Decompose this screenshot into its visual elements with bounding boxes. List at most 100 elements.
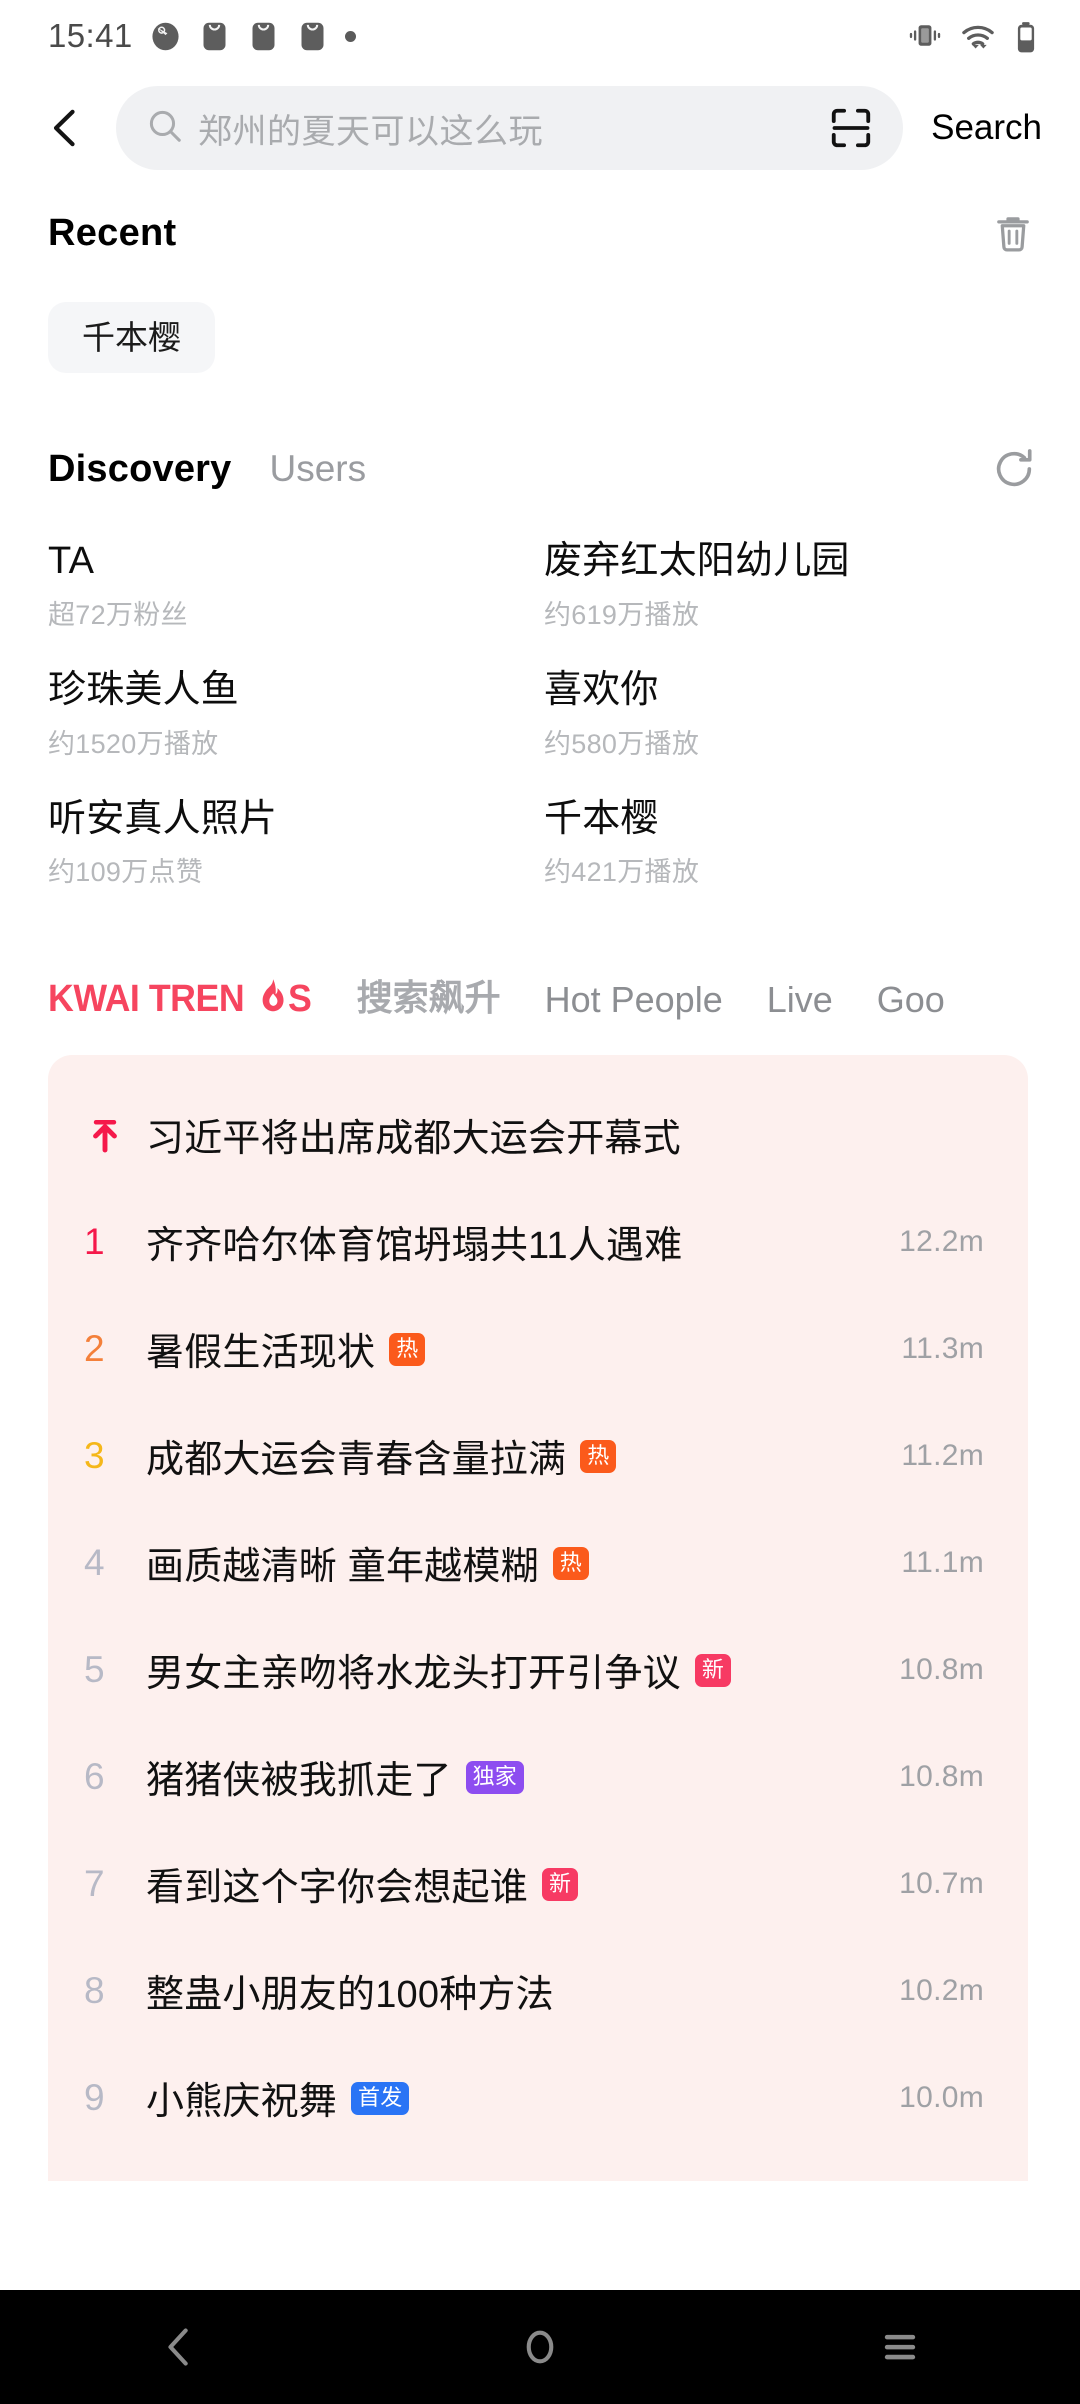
clear-recent-button[interactable]	[986, 206, 1040, 260]
back-button[interactable]	[34, 96, 98, 160]
home-icon	[526, 2330, 554, 2364]
trending-badge: 新	[694, 1654, 732, 1688]
trending-title-text: 画质越清晰 童年越模糊	[146, 1546, 539, 1589]
flame-icon	[258, 978, 287, 1021]
tab-kwai-trends[interactable]: KWAI TREN S	[48, 978, 313, 1021]
search-submit-button[interactable]: Search	[909, 108, 1058, 148]
nav-back-button[interactable]	[110, 2290, 250, 2404]
battery-icon	[1013, 20, 1046, 53]
discovery-item[interactable]: 废弃红太阳幼儿园 约619万播放	[544, 525, 1040, 654]
trending-title: 男女主亲吻将水龙头打开引争议 新	[146, 1642, 732, 1697]
search-header: 郑州的夏天可以这么玩 Search	[0, 72, 1080, 184]
nav-recents-button[interactable]	[830, 2290, 970, 2404]
discovery-item-name: 喜欢你	[544, 668, 659, 711]
status-bar-left: 15:41	[48, 17, 356, 55]
trending-heat: 12.2m	[899, 1224, 984, 1258]
recent-header: Recent	[48, 206, 1040, 260]
android-nav-bar	[0, 2290, 1080, 2404]
trending-rank: 3	[84, 1434, 105, 1476]
trending-rank: 4	[84, 1541, 105, 1583]
trending-title-text: 男女主亲吻将水龙头打开引争议	[146, 1653, 681, 1696]
discovery-item-meta: 约619万播放	[544, 599, 700, 630]
recents-icon	[884, 2334, 916, 2360]
trending-row[interactable]: 4 画质越清晰 童年越模糊 热 11.1m	[48, 1509, 1028, 1616]
trending-badge: 热	[552, 1547, 589, 1581]
discovery-item-name: 千本樱	[544, 797, 659, 840]
trending-title-text: 小熊庆祝舞	[146, 2081, 338, 2124]
trending-rank: 5	[84, 1648, 105, 1690]
discovery-item-meta: 超72万粉丝	[48, 599, 188, 630]
tab-good[interactable]: Goo	[877, 979, 945, 1021]
tab-users[interactable]: Users	[269, 448, 366, 490]
magnifier-icon	[146, 107, 184, 150]
trending-title-text: 猪猪侠被我抓走了	[146, 1760, 452, 1803]
trending-row-pinned[interactable]: 习近平将出席成都大运会开幕式	[48, 1081, 1028, 1188]
trending-row[interactable]: 9 小熊庆祝舞 首发 10.0m	[48, 2044, 1028, 2151]
refresh-discovery-button[interactable]	[988, 443, 1040, 495]
discovery-item-meta: 约421万播放	[544, 857, 700, 888]
trending-title: 画质越清晰 童年越模糊 热	[146, 1535, 589, 1590]
refresh-icon	[996, 449, 1032, 487]
scan-button[interactable]	[825, 102, 877, 154]
trending-heat: 10.2m	[899, 1973, 984, 2007]
trending-row[interactable]: 3 成都大运会青春含量拉满 热 11.2m	[48, 1402, 1028, 1509]
trending-title-text: 暑假生活现状	[146, 1332, 376, 1375]
trending-heat: 10.8m	[899, 1759, 984, 1793]
discovery-item[interactable]: 喜欢你 约580万播放	[544, 654, 1040, 783]
trending-title-text: 习近平将出席成都大运会开幕式	[146, 1118, 681, 1161]
tab-search-rising[interactable]: 搜索飙升	[357, 969, 501, 1021]
status-bar: 15:41	[0, 0, 1080, 72]
trending-rank: 6	[84, 1755, 105, 1797]
tab-hot-people[interactable]: Hot People	[545, 979, 723, 1021]
recent-section: Recent 千本樱	[0, 184, 1080, 373]
trending-tab-strip: KWAI TREN S 搜索飙升 Hot People Live Goo	[0, 911, 1080, 1021]
discovery-item-name: 听安真人照片	[48, 797, 278, 840]
nav-home-button[interactable]	[470, 2290, 610, 2404]
discovery-item[interactable]: 千本樱 约421万播放	[544, 783, 1040, 912]
search-placeholder-text: 郑州的夏天可以这么玩	[198, 112, 543, 151]
trending-title-text: 看到这个字你会想起谁	[146, 1867, 529, 1910]
search-input[interactable]: 郑州的夏天可以这么玩	[116, 86, 904, 170]
trending-badge: 新	[542, 1868, 579, 1902]
discovery-item[interactable]: TA 超72万粉丝	[48, 525, 544, 654]
scan-frame-icon	[831, 108, 871, 148]
status-clock: 15:41	[48, 17, 133, 54]
trending-row[interactable]: 7 看到这个字你会想起谁 新 10.7m	[48, 1830, 1028, 1937]
kwai-trends-label-b: S	[287, 978, 312, 1021]
trending-row[interactable]: 8 整蛊小朋友的100种方法 10.2m	[48, 1937, 1028, 2044]
tab-live[interactable]: Live	[767, 979, 833, 1021]
recent-chip[interactable]: 千本樱	[48, 302, 215, 373]
discovery-section: Discovery Users TA 超72万粉丝 废弃红太阳幼儿园 约619万…	[0, 373, 1080, 911]
chevron-left-icon	[53, 109, 75, 147]
trending-title: 齐齐哈尔体育馆坍塌共11人遇难	[146, 1214, 682, 1269]
trending-heat: 10.7m	[899, 1866, 984, 1900]
trending-title: 看到这个字你会想起谁 新	[146, 1856, 579, 1911]
discovery-item[interactable]: 珍珠美人鱼 约1520万播放	[48, 654, 544, 783]
discovery-item-meta: 约1520万播放	[48, 728, 219, 759]
status-bar-right	[907, 20, 1046, 53]
app-badge-icon	[296, 20, 329, 53]
trending-rank: 9	[84, 2076, 105, 2118]
discovery-item-name: 珍珠美人鱼	[48, 668, 240, 711]
trending-heat: 11.2m	[901, 1438, 984, 1472]
recent-chip-list: 千本樱	[48, 302, 1040, 373]
discovery-grid: TA 超72万粉丝 废弃红太阳幼儿园 约619万播放 珍珠美人鱼 约1520万播…	[48, 525, 1040, 911]
trending-row[interactable]: 5 男女主亲吻将水龙头打开引争议 新 10.8m	[48, 1616, 1028, 1723]
trending-badge: 热	[389, 1333, 426, 1367]
trending-title-text: 齐齐哈尔体育馆坍塌共11人遇难	[146, 1225, 683, 1268]
kwai-trends-label-a: KWAI TREN	[48, 978, 245, 1021]
trending-rank: 8	[84, 1969, 105, 2011]
trending-title: 小熊庆祝舞 首发	[146, 2070, 410, 2125]
discovery-item-meta: 约109万点赞	[48, 857, 204, 888]
discovery-item[interactable]: 听安真人照片 约109万点赞	[48, 783, 544, 912]
trending-row[interactable]: 2 暑假生活现状 热 11.3m	[48, 1295, 1028, 1402]
discovery-tabs: Discovery Users	[48, 443, 1040, 495]
trending-title: 暑假生活现状 热	[146, 1321, 426, 1376]
tab-discovery[interactable]: Discovery	[48, 448, 231, 491]
pin-top-arrow-icon	[84, 1114, 146, 1156]
trending-row[interactable]: 1 齐齐哈尔体育馆坍塌共11人遇难 12.2m	[48, 1188, 1028, 1295]
trending-badge: 热	[580, 1440, 617, 1474]
trending-title: 成都大运会青春含量拉满 热	[146, 1428, 617, 1483]
discovery-item-name: 废弃红太阳幼儿园	[544, 540, 850, 582]
trending-row[interactable]: 6 猪猪侠被我抓走了 独家 10.8m	[48, 1723, 1028, 1830]
